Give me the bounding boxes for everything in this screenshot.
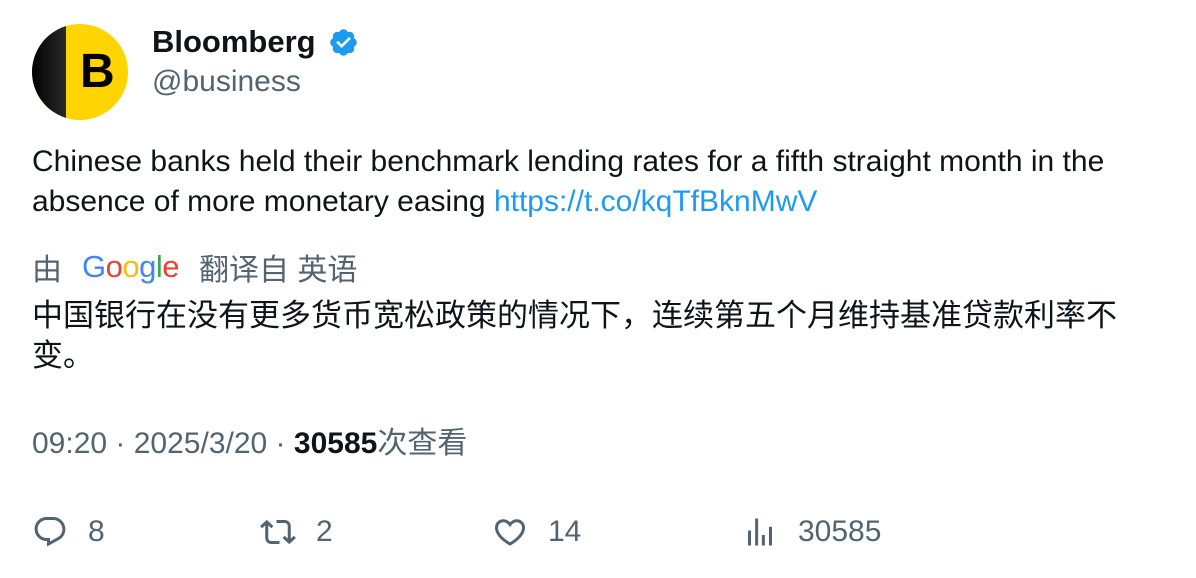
tweet-time[interactable]: 09:20 (32, 427, 107, 460)
meta-separator: · (267, 427, 294, 460)
translation-attribution[interactable]: 由 Google 翻译自 英语 (32, 246, 357, 288)
translated-text: 中国银行在没有更多货币宽松政策的情况下，连续第五个月维持基准贷款利率不变。 (32, 298, 1117, 373)
like-button[interactable]: 14 (492, 510, 581, 554)
analytics-icon (748, 518, 772, 546)
tweet-text: Chinese banks held their benchmark lendi… (32, 142, 1162, 222)
avatar-letter: B (80, 45, 115, 98)
author-handle[interactable]: @business (152, 62, 301, 102)
analytics-count: 30585 (798, 515, 882, 548)
reply-count: 8 (88, 515, 105, 548)
meta-separator: · (107, 427, 134, 460)
avatar-shade (32, 24, 66, 120)
tweet-date[interactable]: 2025/3/20 (134, 427, 267, 460)
retweet-button[interactable]: 2 (260, 510, 333, 554)
translation-suffix: 翻译自 英语 (199, 254, 358, 287)
like-icon (494, 519, 526, 546)
retweet-icon (260, 519, 296, 545)
views-count: 30585 (293, 427, 378, 460)
verified-badge-icon (330, 29, 357, 56)
tweet-link[interactable]: https://t.co/kqTfBknMwV (494, 185, 817, 218)
tweet-meta: 09:20 · 2025/3/20 · 30585次查看 (32, 424, 467, 464)
retweet-count: 2 (316, 515, 333, 548)
views-label: 次查看 (377, 427, 468, 460)
avatar[interactable]: B (32, 24, 128, 120)
author-name[interactable]: Bloomberg (152, 22, 316, 62)
analytics-button[interactable]: 30585 (742, 510, 881, 554)
google-logo: Google (82, 249, 180, 284)
reply-icon (34, 517, 66, 547)
like-count: 14 (548, 515, 582, 548)
translation-prefix: 由 (32, 254, 62, 287)
reply-button[interactable]: 8 (32, 510, 105, 554)
